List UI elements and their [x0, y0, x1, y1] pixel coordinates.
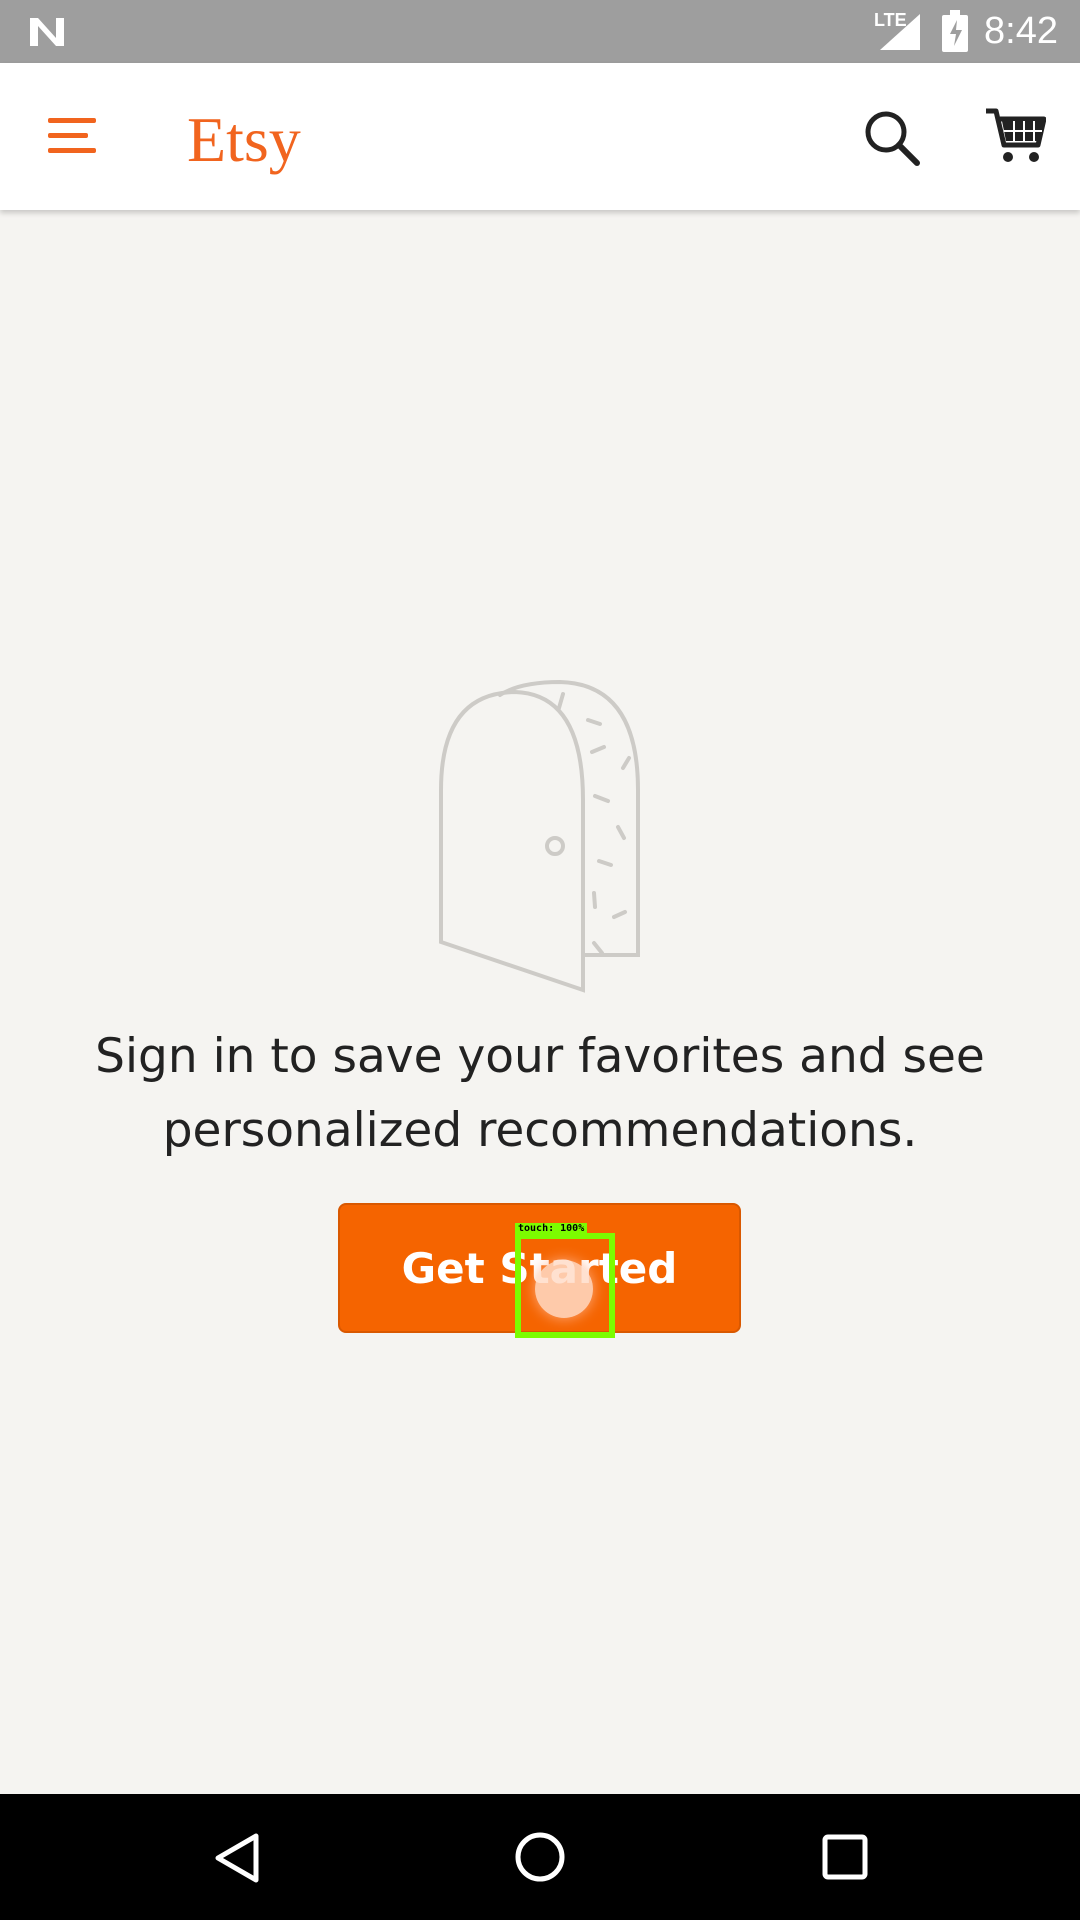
status-bar: LTE 8:42 — [0, 0, 1080, 63]
battery-charging-icon — [942, 10, 968, 52]
sign-in-message: Sign in to save your favorites and see p… — [95, 1029, 985, 1158]
notification-n-icon — [30, 18, 64, 46]
search-icon[interactable] — [862, 108, 922, 168]
app-bar: Etsy — [0, 63, 1080, 210]
clock: 8:42 — [984, 10, 1058, 52]
navigation-bar — [0, 1794, 1080, 1920]
recents-icon[interactable] — [822, 1834, 868, 1880]
menu-icon[interactable] — [48, 116, 98, 156]
cart-icon[interactable] — [984, 105, 1046, 165]
home-icon[interactable] — [513, 1830, 567, 1884]
signal-icon — [880, 14, 920, 50]
back-icon[interactable] — [212, 1832, 262, 1884]
main-content: Sign in to save your favorites and see p… — [0, 210, 1080, 1794]
touch-point — [535, 1260, 593, 1318]
open-door-icon — [439, 679, 640, 993]
etsy-logo[interactable]: Etsy — [187, 103, 301, 177]
